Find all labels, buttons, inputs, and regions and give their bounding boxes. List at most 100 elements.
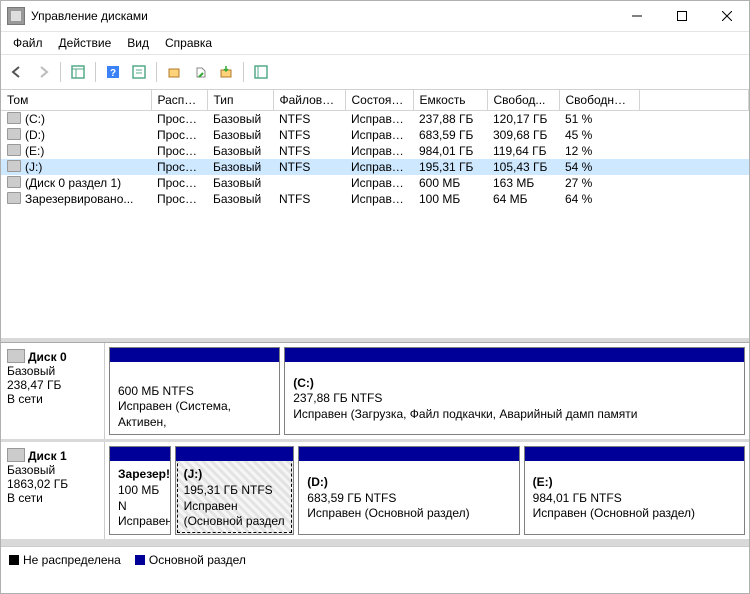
cell: Базовый [207,127,273,143]
partition[interactable]: (D:)683,59 ГБ NTFSИсправен (Основной раз… [298,446,519,534]
cell: NTFS [273,127,345,143]
column-header[interactable]: Располо... [151,90,207,111]
cell: Исправен... [345,127,413,143]
cell: Простой [151,159,207,175]
cell: Простой [151,191,207,207]
forward-button[interactable] [31,60,55,84]
volume-icon [7,144,21,156]
volume-row[interactable]: (E:)ПростойБазовыйNTFSИсправен...984,01 … [1,143,749,159]
minimize-button[interactable] [614,1,659,31]
volume-icon [7,128,21,140]
menu-вид[interactable]: Вид [119,34,157,52]
cell [639,111,749,128]
column-header-spacer [639,90,749,111]
cell: 51 % [559,111,639,128]
cell: Исправен... [345,175,413,191]
cell: 12 % [559,143,639,159]
partition[interactable]: Зарезер!100 МБ NИсправен [109,446,171,534]
window-title: Управление дисками [31,9,614,23]
volume-row[interactable]: (D:)ПростойБазовыйNTFSИсправен...683,59 … [1,127,749,143]
volume-row[interactable]: (J:)ПростойБазовыйNTFSИсправен...195,31 … [1,159,749,175]
cell: Базовый [207,159,273,175]
volume-row[interactable]: (Диск 0 раздел 1)ПростойБазовыйИсправен.… [1,175,749,191]
help-button[interactable]: ? [101,60,125,84]
cell: Базовый [207,175,273,191]
column-header[interactable]: Емкость [413,90,487,111]
cell: 27 % [559,175,639,191]
cell [639,191,749,207]
action-button-1[interactable] [162,60,186,84]
column-header[interactable]: Свобод... [487,90,559,111]
action-button-2[interactable] [188,60,212,84]
cell: (E:) [1,143,151,159]
close-button[interactable] [704,1,749,31]
menubar: ФайлДействиеВидСправка [1,32,749,55]
toolbar-separator [95,62,96,82]
partition[interactable]: (C:)237,88 ГБ NTFSИсправен (Загрузка, Фа… [284,347,745,435]
disk-label[interactable]: Диск 0Базовый238,47 ГБВ сети [1,343,105,439]
partition[interactable]: (J:)195,31 ГБ NTFSИсправен (Основной раз… [175,446,295,534]
cell: 105,43 ГБ [487,159,559,175]
legend-swatch-black [9,555,19,565]
cell: Базовый [207,191,273,207]
cell: NTFS [273,111,345,128]
toolbar: ? [1,55,749,90]
cell: (D:) [1,127,151,143]
cell [639,127,749,143]
view-button[interactable] [66,60,90,84]
volume-row[interactable]: (C:)ПростойБазовыйNTFSИсправен...237,88 … [1,111,749,128]
cell: 163 МБ [487,175,559,191]
action-button-3[interactable] [214,60,238,84]
cell [273,175,345,191]
column-header[interactable]: Свободно % [559,90,639,111]
settings-button[interactable] [249,60,273,84]
cell: 64 % [559,191,639,207]
partition-bar [110,348,279,362]
partition[interactable]: 600 МБ NTFSИсправен (Система, Активен, [109,347,280,435]
cell: 119,64 ГБ [487,143,559,159]
disk-icon [7,349,25,363]
column-header[interactable]: Состояние [345,90,413,111]
table-header-row: ТомРасполо...ТипФайловая с...СостояниеЕм… [1,90,749,111]
cell [639,175,749,191]
toolbar-separator [243,62,244,82]
cell: NTFS [273,159,345,175]
volume-icon [7,176,21,188]
toolbar-separator [60,62,61,82]
titlebar: Управление дисками [1,1,749,32]
menu-действие[interactable]: Действие [51,34,120,52]
legend: Не распределена Основной раздел [1,546,749,573]
cell: 237,88 ГБ [413,111,487,128]
menu-файл[interactable]: Файл [5,34,51,52]
cell: Исправен... [345,111,413,128]
cell: 64 МБ [487,191,559,207]
cell: 984,01 ГБ [413,143,487,159]
disk-icon [7,448,25,462]
maximize-button[interactable] [659,1,704,31]
volume-row[interactable]: Зарезервировано...ПростойБазовыйNTFSИспр… [1,191,749,207]
legend-unallocated-label: Не распределена [23,553,121,567]
disk-label[interactable]: Диск 1Базовый1863,02 ГБВ сети [1,442,105,538]
cell [639,159,749,175]
cell: Исправен... [345,143,413,159]
column-header[interactable]: Файловая с... [273,90,345,111]
menu-справка[interactable]: Справка [157,34,220,52]
legend-swatch-blue [135,555,145,565]
partition-bar [285,348,744,362]
legend-primary-label: Основной раздел [149,553,246,567]
cell: Простой [151,143,207,159]
column-header[interactable]: Том [1,90,151,111]
partition-bar [299,447,518,461]
cell: (C:) [1,111,151,128]
disk-row: Диск 0Базовый238,47 ГБВ сети 600 МБ NTFS… [1,343,749,442]
cell: 45 % [559,127,639,143]
cell: Исправен... [345,159,413,175]
refresh-button[interactable] [127,60,151,84]
column-header[interactable]: Тип [207,90,273,111]
cell: Базовый [207,143,273,159]
partitions: Зарезер!100 МБ NИсправен(J:)195,31 ГБ NT… [105,442,749,538]
partition-bar [110,447,170,461]
partition[interactable]: (E:)984,01 ГБ NTFSИсправен (Основной раз… [524,446,745,534]
cell [639,143,749,159]
back-button[interactable] [5,60,29,84]
